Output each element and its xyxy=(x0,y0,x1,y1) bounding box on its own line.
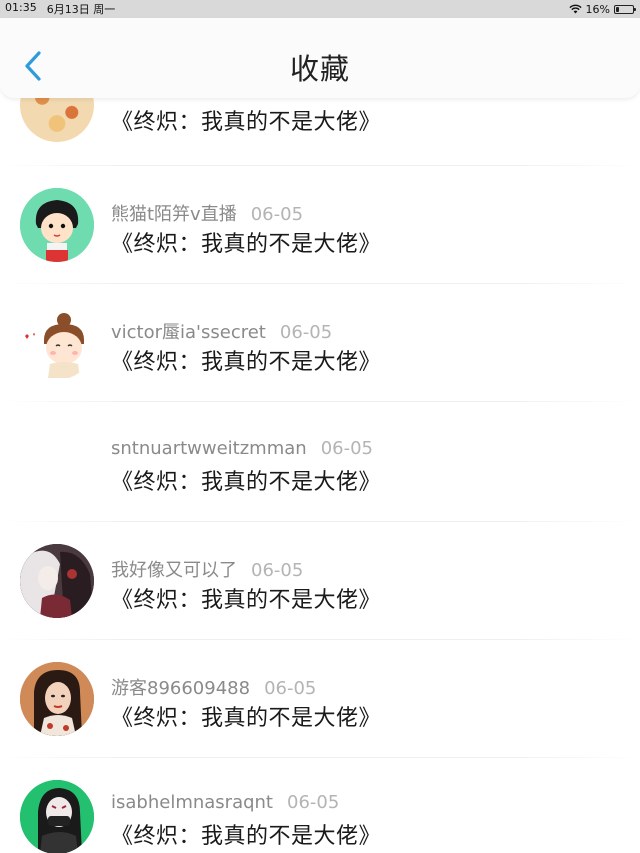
favorite-username: sntnuartwweitzmman xyxy=(111,438,307,459)
favorite-title: 《终炽：我真的不是大佬》 xyxy=(111,588,382,613)
status-left: 01:35 6月13日 周一 xyxy=(5,1,115,17)
favorite-title: 《终炽：我真的不是大佬》 xyxy=(111,470,382,495)
status-bar: 01:35 6月13日 周一 16% xyxy=(0,0,640,18)
favorite-date: 06-05 xyxy=(264,678,317,699)
favorite-username: 熊猫t陌笄v直播 xyxy=(111,204,237,225)
favorite-date: 06-05 xyxy=(287,792,340,813)
favorite-title: 《终炽：我真的不是大佬》 xyxy=(111,232,382,257)
list-item[interactable]: sntnuartwweitzmman 06-05 《终炽：我真的不是大佬》 xyxy=(0,402,640,522)
list-item[interactable]: victor蜃ia'ssecret 06-05 《终炽：我真的不是大佬》 xyxy=(0,284,640,402)
status-right: 16% xyxy=(568,2,636,16)
favorite-username: 我好像又可以了 xyxy=(111,560,237,581)
favorite-meta: 游客896609488 06-05 xyxy=(111,674,316,700)
battery-percent: 16% xyxy=(585,2,610,16)
woman-photo-avatar xyxy=(20,662,94,736)
favorite-date: 06-05 xyxy=(279,322,333,343)
list-item[interactable]: 熊猫t陌笄v直播 06-05 《终炽：我真的不是大佬》 xyxy=(0,166,640,284)
favorite-meta: isabhelmnasraqnt 06-05 xyxy=(111,792,339,813)
cartoon-girl-avatar xyxy=(20,188,94,262)
favorite-title: 《终炽：我真的不是大佬》 xyxy=(111,706,382,731)
page-title: 收藏 xyxy=(289,52,350,86)
list-item[interactable]: isabhelmnasraqnt 06-05 《终炽：我真的不是大佬》 xyxy=(0,758,640,853)
favorite-username: 游客896609488 xyxy=(111,678,251,699)
favorite-username: victor蜃ia'ssecret xyxy=(111,322,266,343)
nav-bar: 收藏 xyxy=(0,18,640,98)
status-time: 01:35 xyxy=(5,1,37,14)
list-item[interactable]: 游客896609488 06-05 《终炽：我真的不是大佬》 xyxy=(0,640,640,758)
favorite-username: isabhelmnasraqnt xyxy=(111,792,273,813)
list-item[interactable]: 我好像又可以了 06-05 《终炽：我真的不是大佬》 xyxy=(0,522,640,640)
favorite-title: 《终炽：我真的不是大佬》 xyxy=(111,824,382,849)
favorite-meta: sntnuartwweitzmman 06-05 xyxy=(111,438,373,459)
masked-figure-avatar xyxy=(20,780,94,853)
favorite-meta: victor蜃ia'ssecret 06-05 xyxy=(111,318,332,344)
battery-icon xyxy=(614,4,636,14)
anime-dark-avatar xyxy=(20,544,94,618)
favorites-screen: 01:35 6月13日 周一 16% 收藏 《终炽：我真的不是大佬》 熊猫t陌笄… xyxy=(0,0,640,853)
favorite-meta: 我好像又可以了 06-05 xyxy=(111,556,303,582)
favorite-date: 06-05 xyxy=(320,438,373,459)
cartoon-bun-girl-avatar xyxy=(20,306,94,380)
status-date: 6月13日 周一 xyxy=(46,3,116,16)
favorite-date: 06-05 xyxy=(251,560,304,581)
favorite-date: 06-05 xyxy=(250,204,304,225)
favorite-title: 《终炽：我真的不是大佬》 xyxy=(111,110,382,135)
wifi-icon xyxy=(568,4,582,14)
favorite-title: 《终炽：我真的不是大佬》 xyxy=(111,350,382,375)
favorite-meta: 熊猫t陌笄v直播 06-05 xyxy=(111,200,303,226)
